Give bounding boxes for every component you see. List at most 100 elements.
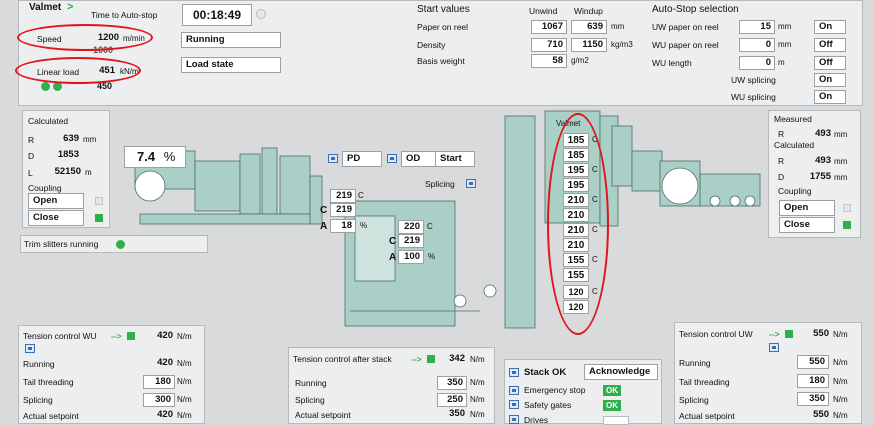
tension-uw-running-unit: N/m bbox=[833, 358, 848, 367]
carriage2-top-c: C bbox=[427, 222, 433, 231]
start-button[interactable]: Start bbox=[435, 151, 475, 167]
start-values-title: Start values bbox=[417, 4, 470, 15]
tension-wu-title-unit: N/m bbox=[177, 332, 192, 341]
wu-paper-on-reel-unit: mm bbox=[778, 40, 792, 49]
tension-stack-running-value[interactable]: 350 bbox=[437, 376, 467, 390]
tension-uw-title-value: 550 bbox=[813, 328, 829, 339]
meas-r-value: 493 bbox=[815, 128, 831, 139]
tension-uw-splicing-unit: N/m bbox=[833, 395, 848, 404]
tension-wu-title: Tension control WU bbox=[23, 331, 97, 341]
carriage1-top-c: C bbox=[358, 191, 364, 200]
uw-paper-on-reel-value[interactable]: 15 bbox=[739, 20, 775, 34]
meas-r2-unit: mm bbox=[834, 157, 848, 166]
density-windup[interactable]: 1150 bbox=[571, 38, 607, 52]
carriage1-c-label: C bbox=[320, 205, 328, 216]
tension-stack-arrow: --> bbox=[411, 354, 422, 364]
tension-wu-splicing-value[interactable]: 300 bbox=[143, 393, 175, 407]
carriage2-a-unit: % bbox=[428, 252, 436, 261]
carriage2-top-value: 220 bbox=[398, 220, 424, 234]
tension-stack-panel: Tension control after stack --> 342 N/m … bbox=[288, 347, 495, 424]
coupling-close-button-right[interactable]: Close bbox=[779, 217, 835, 233]
stack-highlight-oval bbox=[547, 113, 609, 335]
drives-icon bbox=[509, 415, 519, 424]
wu-length-label: WU length bbox=[652, 58, 692, 68]
tension-wu-setpoint-label: Actual setpoint bbox=[23, 411, 79, 421]
density-label: Density bbox=[417, 40, 446, 50]
wu-paper-on-reel-toggle[interactable]: Off bbox=[814, 38, 846, 52]
meas-r2-value: 493 bbox=[815, 155, 831, 166]
percent-box: 7.4 % bbox=[124, 146, 186, 168]
close-indicator-right bbox=[843, 221, 851, 229]
status-green-dot-1 bbox=[41, 82, 50, 91]
chevron-right-icon[interactable]: > bbox=[67, 1, 73, 13]
tension-wu-tail-value[interactable]: 180 bbox=[143, 375, 175, 389]
tension-uw-setpoint-value: 550 bbox=[813, 409, 829, 420]
tension-stack-splicing-value[interactable]: 250 bbox=[437, 393, 467, 407]
emergency-stop-status: OK bbox=[603, 385, 621, 396]
paper-on-reel-windup[interactable]: 639 bbox=[571, 20, 607, 34]
tension-stack-title-value: 342 bbox=[449, 353, 465, 364]
brand-label: Valmet bbox=[29, 2, 62, 13]
splicing-icon[interactable] bbox=[466, 179, 476, 188]
running-status: Running bbox=[181, 32, 281, 48]
wu-length-unit: m bbox=[778, 58, 785, 67]
tension-wu-running-label: Running bbox=[23, 359, 55, 369]
coupling-open-button-left[interactable]: Open bbox=[28, 193, 84, 209]
wu-paper-on-reel-value[interactable]: 0 bbox=[739, 38, 775, 52]
control-buttons-panel: PD OD Start Splicing bbox=[324, 149, 480, 189]
pd-button[interactable]: PD bbox=[342, 151, 382, 167]
density-unwind[interactable]: 710 bbox=[531, 38, 567, 52]
trim-slitters-label: Trim slitters running bbox=[24, 239, 99, 249]
wu-splicing-label: WU splicing bbox=[731, 92, 776, 102]
tension-uw-splicing-value[interactable]: 350 bbox=[797, 392, 829, 406]
header-panel: Valmet > Time to Auto-stop 00:18:49 Spee… bbox=[18, 0, 863, 106]
wu-splicing-toggle[interactable]: On bbox=[814, 90, 846, 104]
tension-stack-running-label: Running bbox=[295, 378, 327, 388]
tension-stack-setpoint-unit: N/m bbox=[470, 410, 485, 419]
uw-paper-on-reel-label: UW paper on reel bbox=[652, 22, 719, 32]
coupling-close-button-left[interactable]: Close bbox=[28, 210, 84, 226]
calc-d-label: D bbox=[28, 151, 35, 161]
wu-length-value[interactable]: 0 bbox=[739, 56, 775, 70]
carriage1-c-value: 219 bbox=[330, 203, 356, 217]
calc-l-value: 52150 bbox=[54, 166, 81, 177]
paper-on-reel-unwind[interactable]: 1067 bbox=[531, 20, 567, 34]
stack-ok-panel: Stack OK Acknowledge Emergency stop OK S… bbox=[504, 359, 662, 425]
tension-stack-title: Tension control after stack bbox=[293, 354, 392, 364]
tension-uw-settings-icon[interactable] bbox=[769, 343, 779, 352]
tension-wu-setpoint-unit: N/m bbox=[177, 411, 192, 420]
tension-uw-tail-label: Tail threading bbox=[679, 377, 730, 387]
tension-wu-setpoint-value: 420 bbox=[157, 409, 173, 420]
basis-weight-unit: g/m2 bbox=[571, 56, 589, 65]
acknowledge-button[interactable]: Acknowledge bbox=[584, 364, 658, 380]
pd-icon bbox=[328, 154, 338, 163]
coupling-open-button-right[interactable]: Open bbox=[779, 200, 835, 216]
wu-length-toggle[interactable]: Off bbox=[814, 56, 846, 70]
calculated-title: Calculated bbox=[28, 116, 69, 126]
basis-weight-value[interactable]: 58 bbox=[531, 54, 567, 68]
tension-wu-splicing-label: Splicing bbox=[23, 395, 53, 405]
windup-header: Windup bbox=[574, 6, 603, 16]
tension-uw-tail-value[interactable]: 180 bbox=[797, 374, 829, 388]
meas-d-label: D bbox=[778, 172, 785, 182]
tension-wu-arrow: --> bbox=[111, 331, 122, 341]
measured-title: Measured bbox=[774, 114, 812, 124]
tension-wu-running-unit: N/m bbox=[177, 359, 192, 368]
tension-uw-running-value[interactable]: 550 bbox=[797, 355, 829, 369]
tension-stack-setpoint-value: 350 bbox=[449, 408, 465, 419]
paper-on-reel-unit: mm bbox=[611, 22, 625, 31]
tension-uw-arrow: --> bbox=[769, 329, 780, 339]
tension-wu-settings-icon[interactable] bbox=[25, 344, 35, 353]
density-unit: kg/m3 bbox=[611, 40, 633, 49]
carriage1-a-unit: % bbox=[360, 221, 368, 230]
emergency-stop-label: Emergency stop bbox=[524, 385, 586, 395]
meas-d-unit: mm bbox=[834, 173, 848, 182]
uw-paper-on-reel-toggle[interactable]: On bbox=[814, 20, 846, 34]
uw-splicing-toggle[interactable]: On bbox=[814, 73, 846, 87]
time-to-autostop-label: Time to Auto-stop bbox=[91, 10, 158, 20]
paper-on-reel-label: Paper on reel bbox=[417, 22, 469, 32]
open-indicator-right bbox=[843, 204, 851, 212]
measured-calc-title: Calculated bbox=[774, 140, 815, 150]
splicing-label: Splicing bbox=[425, 179, 455, 189]
wu-paper-on-reel-label: WU paper on reel bbox=[652, 40, 719, 50]
